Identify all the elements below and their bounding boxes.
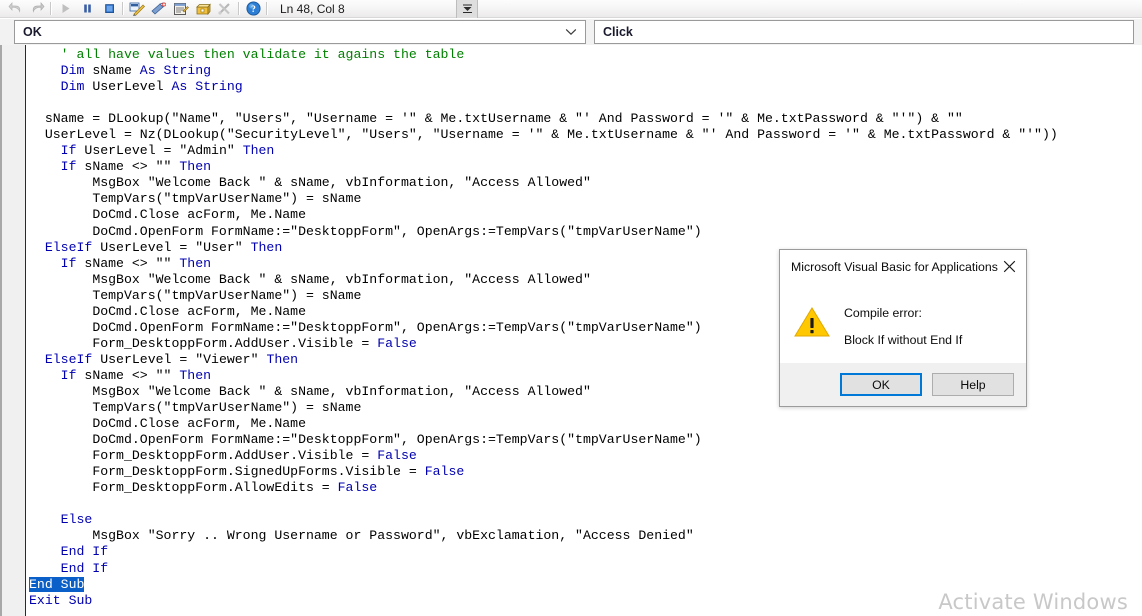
help-icon[interactable]: ? (242, 0, 264, 17)
code-line: DoCmd.OpenForm FormName:="DesktoppForm",… (92, 223, 702, 239)
procedure-dropdown[interactable]: Click (594, 20, 1134, 44)
project-explorer-icon[interactable] (148, 0, 170, 17)
break-icon[interactable] (76, 0, 98, 17)
dialog-titlebar: Microsoft Visual Basic for Applications (780, 250, 1026, 284)
ok-button[interactable]: OK (840, 373, 922, 396)
cursor-position-status: Ln 48, Col 8 (280, 1, 345, 16)
activate-windows-watermark: Activate Windows (938, 590, 1128, 614)
vba-toolbar: ? Ln 48, Col 8 (0, 0, 1142, 18)
dialog-message-line-2: Block If without End If (844, 333, 963, 347)
split-bar-handle[interactable] (456, 0, 478, 18)
code-margin-indicator-bar[interactable] (0, 45, 26, 616)
code-line: ' all have values then validate it again… (60, 47, 465, 62)
object-dropdown[interactable]: OK (14, 20, 586, 44)
code-line: MsgBox "Welcome Back " & sName, vbInform… (92, 175, 591, 191)
code-line: UserLevel = Nz(DLookup("SecurityLevel", … (44, 127, 1058, 143)
code-line: TempVars("tmpVarUserName") = sName (92, 191, 362, 207)
dialog-title: Microsoft Visual Basic for Applications (791, 260, 998, 274)
code-line: Form_DesktoppForm.AddUser.Visible = Fals… (92, 448, 417, 464)
compile-error-dialog: Microsoft Visual Basic for Applications … (779, 249, 1027, 407)
redo-icon[interactable] (26, 0, 48, 17)
code-line: If sName <> "" Then (60, 159, 212, 175)
close-icon[interactable] (992, 250, 1026, 282)
svg-text:?: ? (251, 5, 256, 15)
object-dropdown-value: OK (23, 25, 42, 39)
properties-window-icon[interactable] (170, 0, 192, 17)
toolbar-separator (122, 2, 124, 15)
code-line: DoCmd.Close acForm, Me.Name (92, 416, 306, 432)
warning-triangle-icon (794, 294, 832, 343)
code-line: Form_DesktoppForm.SignedUpForms.Visible … (92, 464, 465, 480)
dialog-button-row: OK Help (780, 362, 1026, 406)
code-line: End If (60, 544, 109, 560)
vba-code-window: ? Ln 48, Col 8 OK Click ' all have value… (0, 0, 1142, 616)
design-mode-icon[interactable] (126, 0, 148, 17)
code-line: End If (60, 560, 109, 576)
dialog-body: Compile error: Block If without End If (780, 284, 1026, 364)
toolbar-separator (266, 2, 268, 15)
code-line: DoCmd.Close acForm, Me.Name (92, 207, 306, 223)
code-line: Dim UserLevel As String (60, 79, 243, 95)
code-line: DoCmd.OpenForm FormName:="DesktoppForm",… (92, 432, 702, 448)
code-line: Dim sName As String (60, 63, 212, 79)
reset-icon[interactable] (98, 0, 120, 17)
dialog-message: Compile error: Block If without End If (832, 294, 962, 354)
toolbar-separator (50, 2, 52, 15)
object-browser-icon[interactable] (192, 0, 214, 17)
undo-icon[interactable] (4, 0, 26, 17)
code-pane-selectors: OK Click (0, 19, 1142, 45)
code-line: sName = DLookup("Name", "Users", "Userna… (44, 111, 963, 127)
procedure-dropdown-value: Click (603, 25, 633, 39)
code-line: Exit Sub (29, 592, 93, 608)
code-line: MsgBox "Sorry .. Wrong Username or Passw… (92, 528, 694, 544)
run-icon[interactable] (54, 0, 76, 17)
dialog-message-line-1: Compile error: (844, 306, 922, 320)
code-line: Else (60, 512, 93, 528)
help-button[interactable]: Help (932, 373, 1014, 396)
toolbar-separator (238, 2, 240, 15)
toolbox-icon[interactable] (214, 0, 236, 17)
code-line: Form_DesktoppForm.AllowEdits = False (92, 480, 378, 496)
code-line: End Sub (29, 576, 85, 592)
chevron-down-icon (565, 21, 577, 43)
code-line: If UserLevel = "Admin" Then (60, 143, 275, 159)
